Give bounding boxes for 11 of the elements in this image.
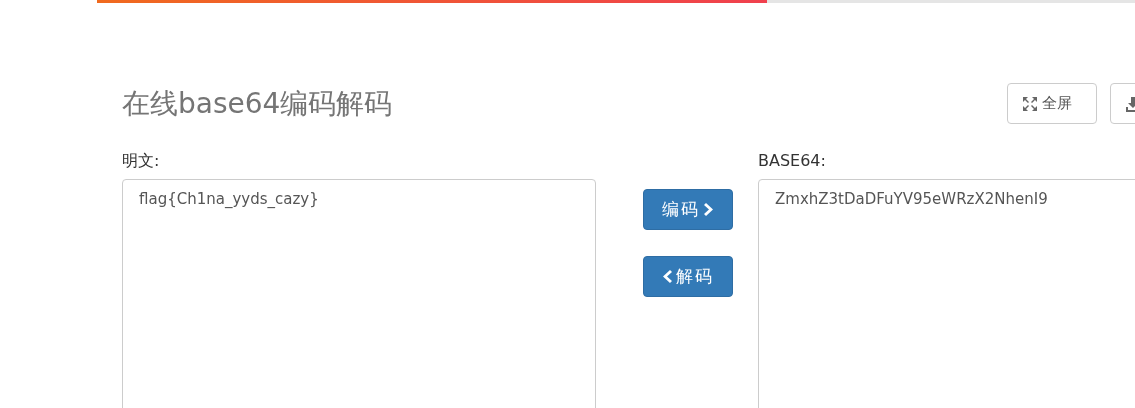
chevron-left-icon	[662, 270, 672, 283]
base64-input[interactable]: ZmxhZ3tDaDFuYV95eWRzX2NhenI9	[758, 179, 1135, 408]
encode-button[interactable]: 编码	[643, 189, 733, 230]
plaintext-input[interactable]: flag{Ch1na_yyds_cazy}	[122, 179, 596, 408]
chevron-right-icon	[704, 203, 714, 216]
decode-button[interactable]: 解码	[643, 256, 733, 297]
fullscreen-icon	[1022, 95, 1038, 112]
base64-label: BASE64:	[758, 151, 827, 171]
fullscreen-button[interactable]: 全屏	[1007, 83, 1097, 124]
page-title: 在线base64编码解码	[122, 85, 394, 122]
plaintext-label: 明文:	[122, 151, 161, 171]
